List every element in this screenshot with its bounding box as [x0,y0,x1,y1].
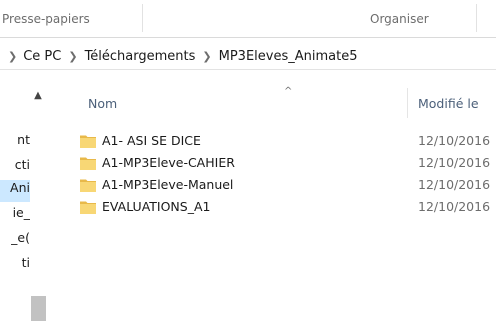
nav-item[interactable]: _e( [0,230,30,252]
breadcrumb-this-pc[interactable]: Ce PC [23,49,61,64]
file-modified-date: 12/10/2016 [418,133,491,148]
chevron-right-icon[interactable]: ❯ [68,50,77,63]
ribbon-divider [476,4,477,32]
file-row[interactable]: A1- ASI SE DICE 12/10/2016 [58,130,496,152]
breadcrumb-current-folder[interactable]: MP3Eleves_Animate5 [219,49,358,64]
column-divider[interactable] [407,88,408,118]
chevron-right-icon[interactable]: ❯ [202,50,211,63]
folder-icon [80,134,96,148]
nav-scrollbar-thumb[interactable] [31,296,46,321]
ribbon-divider [142,4,143,32]
file-modified-date: 12/10/2016 [418,177,491,192]
sort-ascending-icon: ^ [284,86,293,97]
file-row[interactable]: EVALUATIONS_A1 12/10/2016 [58,196,496,218]
file-name: A1-MP3Eleve-Manuel [102,177,234,192]
ribbon-group-clipboard: Presse-papiers [2,12,90,26]
file-name: EVALUATIONS_A1 [102,199,211,214]
file-row[interactable]: A1-MP3Eleve-CAHIER 12/10/2016 [58,152,496,174]
nav-item[interactable]: ti [0,255,30,277]
file-modified-date: 12/10/2016 [418,199,491,214]
column-header: ^ Nom Modifié le [58,82,496,122]
column-header-modified[interactable]: Modifié le [418,96,479,111]
file-modified-date: 12/10/2016 [418,155,491,170]
navigation-pane: ▲ nt cti Ani ie_ _e( ti [0,82,48,321]
nav-item[interactable]: cti [0,157,30,179]
nav-item-selected[interactable]: Ani [0,180,30,202]
address-bar[interactable]: ❯ Ce PC ❯ Téléchargements ❯ MP3Eleves_An… [0,44,496,70]
nav-item[interactable]: ie_ [0,205,30,227]
folder-icon [80,200,96,214]
ribbon-group-organize: Organiser [370,12,429,26]
chevron-up-icon[interactable]: ▲ [32,90,44,102]
breadcrumb-downloads[interactable]: Téléchargements [85,49,196,64]
file-name: A1-MP3Eleve-CAHIER [102,155,235,170]
file-name: A1- ASI SE DICE [102,133,201,148]
folder-icon [80,156,96,170]
folder-icon [80,178,96,192]
file-row[interactable]: A1-MP3Eleve-Manuel 12/10/2016 [58,174,496,196]
ribbon-group-labels: Presse-papiers Organiser [0,0,496,38]
column-header-name[interactable]: Nom [88,96,117,111]
chevron-right-icon[interactable]: ❯ [8,50,17,63]
nav-item[interactable]: nt [0,132,30,154]
